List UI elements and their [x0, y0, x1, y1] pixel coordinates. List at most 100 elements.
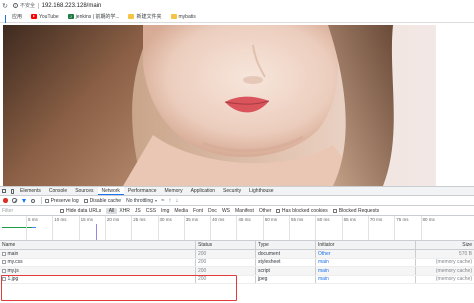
file-icon	[2, 260, 6, 265]
request-size: (memory cache)	[435, 276, 472, 283]
timeline-tick-label: 15 ms	[80, 217, 93, 222]
bookmark-apps[interactable]: 应用	[4, 13, 23, 27]
tab-memory[interactable]: Memory	[161, 187, 187, 195]
request-initiator-cell[interactable]: main	[316, 275, 416, 283]
request-type-cell: document	[256, 250, 316, 258]
filter-type-img[interactable]: Img	[159, 208, 172, 214]
bookmark-jenkins[interactable]: J jenkins | 前期的学...	[67, 13, 119, 20]
timeline-tick-label: 45 ms	[238, 217, 251, 222]
device-toolbar-icon[interactable]	[8, 187, 16, 195]
table-row[interactable]: 1.jpg 200 jpeg main (memory cache)	[0, 275, 474, 284]
request-initiator-cell[interactable]: main	[316, 267, 416, 275]
inspect-element-icon[interactable]	[0, 187, 8, 195]
export-icon[interactable]: ↓	[175, 198, 178, 204]
request-initiator: main	[318, 259, 329, 266]
timeline-tick: 75 ms	[394, 216, 408, 240]
filter-type-manifest[interactable]: Manifest	[233, 208, 257, 214]
filter-type-font[interactable]: Font	[191, 208, 206, 214]
timeline-tick: 35 ms	[183, 216, 198, 240]
column-header-status[interactable]: Status	[196, 241, 256, 249]
checkbox-box	[60, 208, 64, 213]
file-icon	[2, 268, 6, 273]
disable-cache-checkbox[interactable]: Disable cache	[83, 197, 122, 204]
tab-elements[interactable]: Elements	[16, 187, 45, 195]
disable-cache-label: Disable cache	[89, 197, 122, 204]
request-type: document	[258, 250, 280, 257]
timeline-tick-label: 35 ms	[185, 217, 199, 222]
tab-network[interactable]: Network	[97, 187, 124, 195]
has-blocked-cookies-checkbox[interactable]: Has blocked cookies	[275, 207, 328, 214]
preserve-log-checkbox[interactable]: Preserve log	[44, 198, 79, 204]
filter-type-xhr[interactable]: XHR	[117, 208, 133, 214]
filter-type-ws[interactable]: WS	[219, 208, 232, 214]
filter-type-media[interactable]: Media	[172, 208, 191, 214]
request-name: my.js	[7, 267, 19, 274]
column-header-initiator[interactable]: Initiator	[316, 241, 416, 249]
search-button[interactable]	[29, 197, 36, 205]
timeline-tick: 10 ms	[52, 216, 67, 240]
filter-type-other[interactable]: Other	[256, 208, 274, 214]
filter-type-js[interactable]: JS	[132, 208, 143, 214]
timeline-bar-resources	[32, 227, 36, 229]
timeline-tick-label: 50 ms	[264, 217, 277, 222]
tab-application[interactable]: Application	[187, 187, 219, 195]
security-indicator[interactable]: ! 不安全	[13, 2, 35, 9]
info-icon: !	[13, 3, 18, 8]
table-row[interactable]: my.js 200 script main (memory cache)	[0, 267, 474, 276]
table-row[interactable]: my.css 200 stylesheet main (memory cache)	[0, 258, 474, 267]
filter-type-css[interactable]: CSS	[143, 208, 158, 214]
has-blocked-cookies-label: Has blocked cookies	[281, 207, 328, 214]
bookmark-label: 应用	[12, 14, 23, 20]
clear-button[interactable]	[11, 197, 18, 205]
tab-performance[interactable]: Performance	[124, 187, 161, 195]
filter-input[interactable]: Filter	[2, 207, 60, 214]
tab-lighthouse[interactable]: Lighthouse	[245, 187, 277, 195]
timeline-tick-label: 80 ms	[422, 217, 435, 222]
request-initiator-cell[interactable]: main	[316, 258, 416, 266]
bookmark-new-folder[interactable]: 新建文件夹	[128, 13, 162, 20]
filter-toggle-button[interactable]	[20, 197, 27, 205]
jenkins-icon: J	[67, 14, 74, 19]
wifi-icon[interactable]: ≈	[161, 198, 164, 204]
search-icon	[30, 198, 35, 203]
record-button[interactable]	[2, 197, 9, 205]
file-icon	[2, 277, 6, 282]
filter-type-doc[interactable]: Doc	[206, 208, 220, 214]
folder-icon	[170, 14, 177, 19]
tab-sources[interactable]: Sources	[71, 187, 97, 195]
request-name: my.css	[7, 259, 23, 266]
timeline-tick-label: 60 ms	[317, 217, 330, 222]
timeline-tick: 45 ms	[236, 216, 251, 240]
timeline-tick: 50 ms	[262, 216, 277, 240]
import-icon[interactable]: ↑	[168, 198, 171, 204]
request-initiator-cell[interactable]: Other	[316, 250, 416, 258]
request-size-cell: 570 B	[416, 250, 474, 258]
timeline-tick: 25 ms	[131, 216, 145, 240]
network-overview-timeline[interactable]: 5 ms 10 ms 15 ms 20 ms 25 ms 30 ms 35 ms 40 ms 4…	[0, 216, 474, 241]
record-icon	[3, 198, 8, 203]
reload-icon[interactable]: ↻	[1, 2, 9, 10]
table-row[interactable]: main 200 document Other 570 B	[0, 250, 474, 259]
bookmark-youtube[interactable]: YouTube	[31, 14, 59, 20]
throttling-select[interactable]: No throttling ▾	[126, 198, 157, 204]
column-header-type[interactable]: Type	[256, 241, 316, 249]
checkbox-box	[83, 198, 88, 203]
request-initiator: Other	[318, 250, 331, 257]
hide-data-urls-checkbox[interactable]: Hide data URLs	[60, 208, 101, 214]
bookmark-label: 新建文件夹	[136, 14, 162, 20]
tab-security[interactable]: Security	[219, 187, 245, 195]
blocked-requests-checkbox[interactable]: Blocked Requests	[332, 208, 379, 214]
request-type: script	[258, 267, 270, 274]
request-name-cell: my.js	[0, 267, 196, 275]
url-field[interactable]: 192.168.223.128/main	[42, 3, 102, 9]
chevron-down-icon: ▾	[155, 198, 158, 203]
tab-console[interactable]: Console	[45, 187, 71, 195]
request-type-cell: script	[256, 267, 316, 275]
address-bar: ↻ ! 不安全 192.168.223.128/main	[0, 0, 474, 11]
filter-type-all[interactable]: All	[106, 207, 117, 214]
timeline-tick: 70 ms	[367, 216, 382, 240]
column-header-name[interactable]: Name	[0, 241, 196, 249]
column-header-size[interactable]: Size	[416, 241, 474, 249]
bookmark-mybatis[interactable]: mybatis	[170, 14, 196, 20]
request-size: 570 B	[458, 250, 472, 257]
